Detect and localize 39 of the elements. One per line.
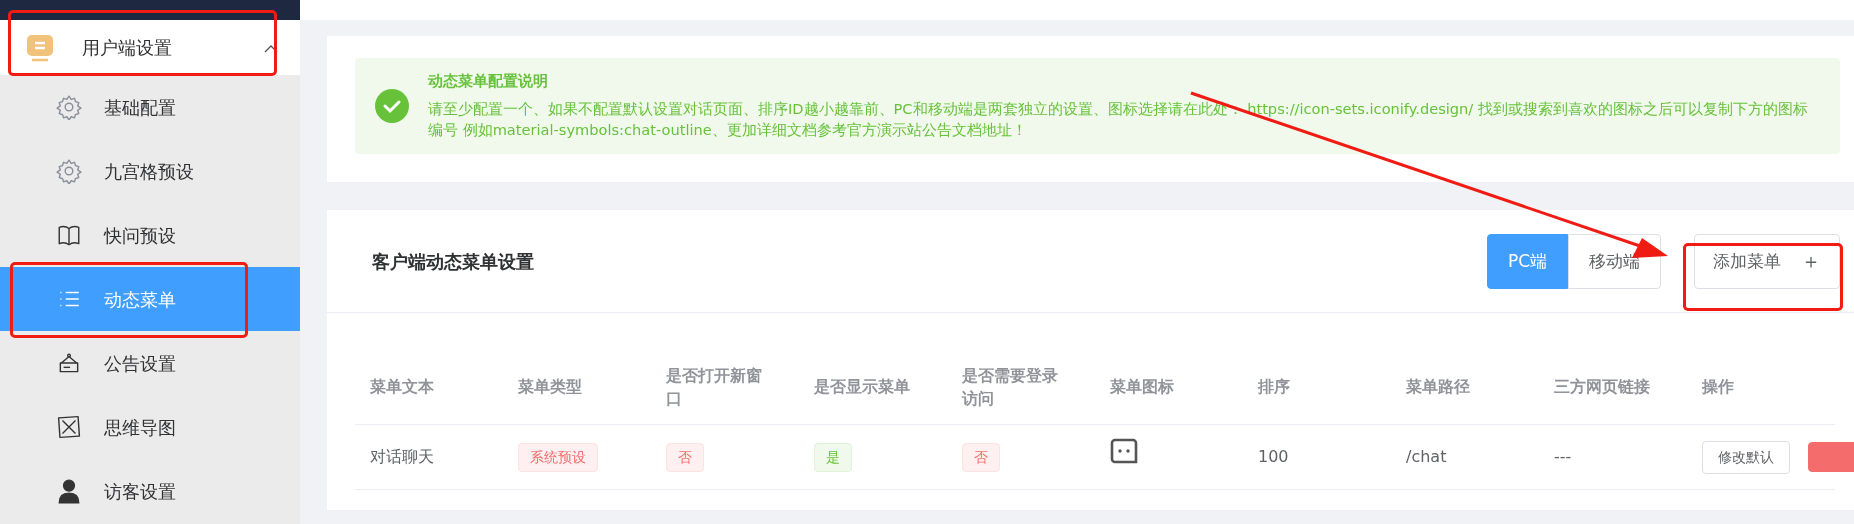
notice-text: 请至少配置一个、如果不配置默认设置对话页面、排序ID越小越靠前、PC和移动端是两套独立的设置、图标选择请在此处： https://icon-sets.iconify.design/ 找到或搜索到喜欢的图标之后可以复制下方的图标编号 例如material-symbols:chat-outline、更加详细文档参考官方演示站公告文档地址！ (428, 99, 1809, 141)
table-cell: 对话聊天 (355, 425, 503, 491)
sidebar-item[interactable]: 访客设置 (0, 459, 300, 523)
menu-icon (26, 33, 54, 62)
status-tag: 系统预设 (518, 442, 598, 472)
column-header: 菜单文本 (355, 349, 503, 426)
column-header: 是否需要登录访问 (947, 349, 1095, 426)
table-cell: /chat (1391, 425, 1539, 491)
success-icon (375, 89, 409, 124)
status-tag: 是 (814, 442, 852, 472)
sidebar-item[interactable]: 九宫格预设 (0, 139, 300, 203)
column-header: 排序 (1243, 349, 1391, 426)
person-icon (56, 478, 82, 504)
mind-map-icon (56, 414, 82, 440)
status-tag: 否 (962, 442, 1000, 472)
column-header: 菜单路径 (1391, 349, 1539, 426)
panel-title: 客户端动态菜单设置 (372, 249, 534, 274)
column-header: 三方网页链接 (1539, 349, 1687, 426)
column-header: 菜单图标 (1095, 349, 1243, 426)
sidebar-item[interactable]: 思维导图 (0, 395, 300, 459)
column-header: 操作 (1687, 349, 1835, 426)
plus-icon: ＋ (1801, 246, 1821, 277)
status-tag: 否 (666, 442, 704, 472)
sidebar-item[interactable]: 基础配置 (0, 75, 300, 139)
notice-title: 动态菜单配置说明 (428, 72, 549, 90)
action-button[interactable] (1808, 442, 1854, 473)
sidebar-item[interactable]: 快问预设 (0, 203, 300, 267)
gear-icon (56, 158, 82, 184)
sidebar-group[interactable]: 用户端设置 (0, 20, 300, 75)
table-cell: 100 (1243, 425, 1391, 491)
table-cell: --- (1539, 425, 1687, 491)
gear-icon (56, 94, 82, 120)
sidebar-item[interactable]: 公告设置 (0, 331, 300, 395)
column-header: 菜单类型 (503, 349, 651, 426)
chat-icon (1110, 438, 1138, 465)
column-header: 是否显示菜单 (799, 349, 947, 426)
column-header: 是否打开新窗口 (651, 349, 799, 426)
add-menu-button[interactable]: 添加菜单 ＋ (1694, 233, 1840, 289)
edit-button[interactable]: 修改默认 (1702, 440, 1790, 474)
